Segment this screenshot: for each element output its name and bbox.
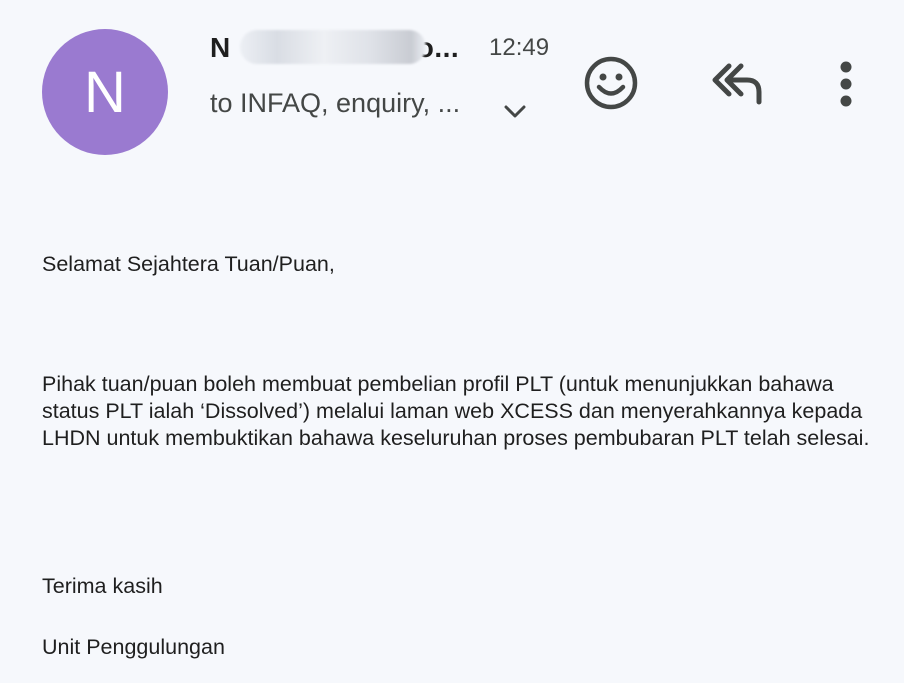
- emoji-reaction-icon: [584, 56, 638, 110]
- message-time: 12:49: [489, 34, 550, 61]
- add-reaction-button[interactable]: [580, 52, 642, 114]
- sender-avatar[interactable]: N: [42, 29, 168, 155]
- avatar-letter: N: [84, 59, 126, 125]
- recipients-summary[interactable]: to INFAQ, enquiry, ...: [210, 88, 460, 119]
- reply-all-icon: [712, 63, 762, 105]
- email-greeting: Selamat Sejahtera Tuan/Puan,: [42, 252, 335, 276]
- email-closing: Terima kasih: [42, 574, 163, 598]
- more-options-button[interactable]: [826, 56, 866, 112]
- reply-all-button[interactable]: [704, 56, 770, 112]
- email-signature: Unit Penggulungan: [42, 635, 225, 659]
- email-view: N N o... 12:49 to INFAQ, enquiry, ... Se…: [0, 0, 904, 683]
- redaction-blur: [240, 30, 426, 64]
- email-body-paragraph: Pihak tuan/puan boleh membuat pembelian …: [42, 372, 870, 450]
- chevron-down-icon[interactable]: [500, 96, 530, 126]
- more-vert-icon: [840, 61, 852, 107]
- sender-name-start: N: [210, 32, 231, 63]
